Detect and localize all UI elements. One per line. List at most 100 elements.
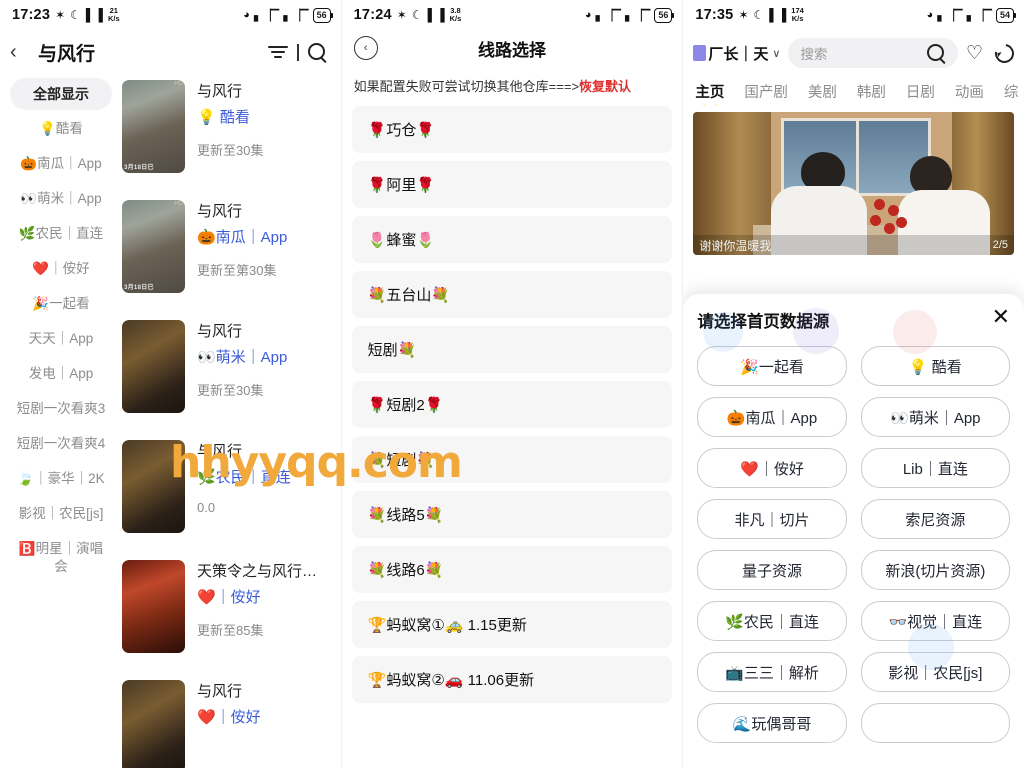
status-time: 17:23	[12, 7, 51, 23]
tab-jp-drama[interactable]: 日剧	[906, 81, 935, 102]
status-bar: 17:35 ✶ ☾ ▌▐ 174 K/s ◕ ▖▕▔ ▖▕▔ 54	[683, 0, 1024, 30]
status-time: 17:35	[695, 7, 734, 23]
tab-anime[interactable]: 动画	[955, 81, 984, 102]
sidebar-item-4[interactable]: 🌿农民｜直连	[10, 218, 112, 250]
signal-icon-1: ▖▕▔	[595, 9, 621, 22]
search-input[interactable]: 搜索	[788, 38, 958, 68]
bluetooth-icon: ✶	[55, 8, 66, 22]
item-title: 天策令之与风行…	[197, 563, 318, 580]
list-item[interactable]: HD 3月18日已 与风行 🎃南瓜｜App 更新至第30集	[122, 200, 333, 300]
item-source: 👀萌米｜App	[197, 349, 288, 366]
network-rate-unit: K/s	[449, 14, 462, 23]
route-item-7[interactable]: 💐线路5💐	[351, 491, 673, 538]
search-icon[interactable]	[307, 42, 327, 63]
datasource-chip-8[interactable]: 量子资源	[697, 550, 847, 590]
sidebar-item-13[interactable]: 🅱️明星｜演唱会	[10, 533, 112, 583]
poster-thumbnail	[122, 560, 185, 653]
vibrate-icon: ▌▐	[427, 8, 445, 22]
datasource-chip-9[interactable]: 新浪(切片资源)	[860, 550, 1011, 590]
sidebar-item-3[interactable]: 👀萌米｜App	[10, 183, 112, 215]
sidebar-item-11[interactable]: 🍃｜豪华｜2K	[10, 463, 112, 495]
list-item[interactable]: 与风行 ❤️｜侒好	[122, 680, 333, 768]
sidebar-item-9[interactable]: 短剧一次看爽3	[10, 393, 112, 425]
battery-indicator: 56	[654, 7, 675, 23]
route-list: 🌹巧仓🌹 🌹阿里🌹 🌷蜂蜜🌷 💐五台山💐 短剧💐 🌹短剧2🌹 💐短剧💐 💐线路5…	[342, 106, 683, 703]
status-bar: 17:24 ✶ ☾ ▌▐ 3.8 K/s ◕ ▖▕▔ ▖▕▔ 56	[342, 0, 683, 30]
poster-stamp: 3月18日已	[124, 285, 154, 291]
list-item[interactable]: 与风行 👀萌米｜App 更新至30集	[122, 320, 333, 420]
filter-icon[interactable]	[268, 44, 289, 60]
sidebar-item-0[interactable]: 全部显示	[10, 78, 112, 110]
list-item[interactable]: HD 3月18日已 与风行 💡 酷看 更新至30集	[122, 80, 333, 180]
route-item-8[interactable]: 💐线路6💐	[351, 546, 673, 593]
poster-thumbnail	[122, 320, 185, 413]
moon-icon: ☾	[411, 8, 423, 22]
heart-icon[interactable]: ♡	[966, 44, 983, 63]
back-button[interactable]: ‹	[353, 36, 378, 60]
wifi-icon: ◕	[584, 9, 592, 21]
app-bar: ‹ 与风行	[0, 30, 341, 74]
datasource-chip-7[interactable]: 索尼资源	[860, 499, 1011, 539]
search-placeholder: 搜索	[800, 47, 828, 62]
route-item-6[interactable]: 💐短剧💐	[351, 436, 673, 483]
close-icon[interactable]: ✕	[992, 306, 1010, 328]
sidebar-item-12[interactable]: 影视｜农民[js]	[10, 498, 112, 530]
datasource-chip-5[interactable]: Lib｜直连	[860, 448, 1011, 488]
history-icon[interactable]	[991, 39, 1018, 67]
sidebar-item-10[interactable]: 短剧一次看爽4	[10, 428, 112, 460]
tab-us-drama[interactable]: 美剧	[808, 81, 837, 102]
route-item-4[interactable]: 短剧💐	[351, 326, 673, 373]
datasource-chip-2[interactable]: 🎃南瓜｜App	[697, 397, 847, 437]
vibrate-icon: ▌▐	[769, 8, 787, 22]
network-rate-unit: K/s	[107, 14, 120, 23]
datasource-chip-6[interactable]: 非凡｜切片	[697, 499, 847, 539]
banner-title: 谢谢你温暖我	[699, 238, 772, 253]
datasource-chip-1[interactable]: 💡 酷看	[860, 346, 1011, 386]
signal-icon-1: ▖▕▔	[937, 9, 963, 22]
search-icon[interactable]	[926, 43, 946, 64]
item-source: ❤️｜侒好	[197, 589, 261, 606]
route-item-9[interactable]: 🏆蚂蚁窝①🚕 1.15更新	[351, 601, 673, 648]
route-item-10[interactable]: 🏆蚂蚁窝②🚗 11.06更新	[351, 656, 673, 703]
wifi-icon: ◕	[243, 9, 250, 21]
sidebar-item-8[interactable]: 发电｜App	[10, 358, 112, 390]
route-item-3[interactable]: 💐五台山💐	[351, 271, 673, 318]
restore-default-link[interactable]: 恢复默认	[579, 79, 631, 94]
signal-icon-2: ▖▕▔	[624, 9, 651, 22]
list-item[interactable]: 天策令之与风行… ❤️｜侒好 更新至85集	[122, 560, 333, 660]
datasource-chip-12[interactable]: 📺三三｜解析	[697, 652, 847, 692]
datasource-bottom-sheet: 请选择首页数据源 ✕ 🎉一起看 💡 酷看 🎃南瓜｜App 👀萌米｜App ❤️｜…	[683, 294, 1024, 768]
tab-cn-drama[interactable]: 国产剧	[744, 81, 788, 102]
list-item[interactable]: 与风行 🌿农民｜直连 0.0	[122, 440, 333, 540]
sidebar-item-6[interactable]: 🎉一起看	[10, 288, 112, 320]
divider	[297, 43, 299, 61]
tab-variety[interactable]: 综	[1004, 81, 1019, 102]
route-item-5[interactable]: 🌹短剧2🌹	[351, 381, 673, 428]
route-item-2[interactable]: 🌷蜂蜜🌷	[351, 216, 673, 263]
tab-home[interactable]: 主页	[695, 81, 724, 102]
datasource-chip-4[interactable]: ❤️｜侒好	[697, 448, 847, 488]
sidebar-item-1[interactable]: 💡酷看	[10, 113, 112, 145]
datasource-chip-14[interactable]: 🌊玩偶哥哥	[697, 703, 847, 743]
sidebar-item-7[interactable]: 天天｜App	[10, 323, 112, 355]
site-selector[interactable]: 厂长｜天 ∨	[693, 43, 780, 64]
poster-thumbnail: HD 3月18日已	[122, 80, 185, 173]
datasource-grid: 🎉一起看 💡 酷看 🎃南瓜｜App 👀萌米｜App ❤️｜侒好 Lib｜直连 非…	[697, 346, 1011, 743]
app-bar: ‹ 线路选择	[342, 30, 683, 66]
item-title: 与风行	[197, 323, 243, 340]
sidebar-item-2[interactable]: 🎃南瓜｜App	[10, 148, 112, 180]
datasource-chip-15[interactable]	[860, 703, 1011, 743]
datasource-chip-10[interactable]: 🌿农民｜直连	[697, 601, 847, 641]
sidebar-item-5[interactable]: ❤️｜侒好	[10, 253, 112, 285]
tab-kr-drama[interactable]: 韩剧	[857, 81, 886, 102]
item-source: 🎃南瓜｜App	[197, 229, 288, 246]
signal-icon-2: ▖▕▔	[283, 9, 309, 22]
chevron-down-icon[interactable]: ∨	[772, 47, 780, 60]
app-bar: 厂长｜天 ∨ 搜索 ♡	[683, 30, 1024, 76]
bluetooth-icon: ✶	[738, 8, 749, 22]
route-item-0[interactable]: 🌹巧仓🌹	[351, 106, 673, 153]
route-item-1[interactable]: 🌹阿里🌹	[351, 161, 673, 208]
hero-banner[interactable]: 谢谢你温暖我 2/5	[693, 112, 1015, 255]
datasource-chip-3[interactable]: 👀萌米｜App	[860, 397, 1011, 437]
back-button[interactable]: ‹	[10, 41, 36, 64]
